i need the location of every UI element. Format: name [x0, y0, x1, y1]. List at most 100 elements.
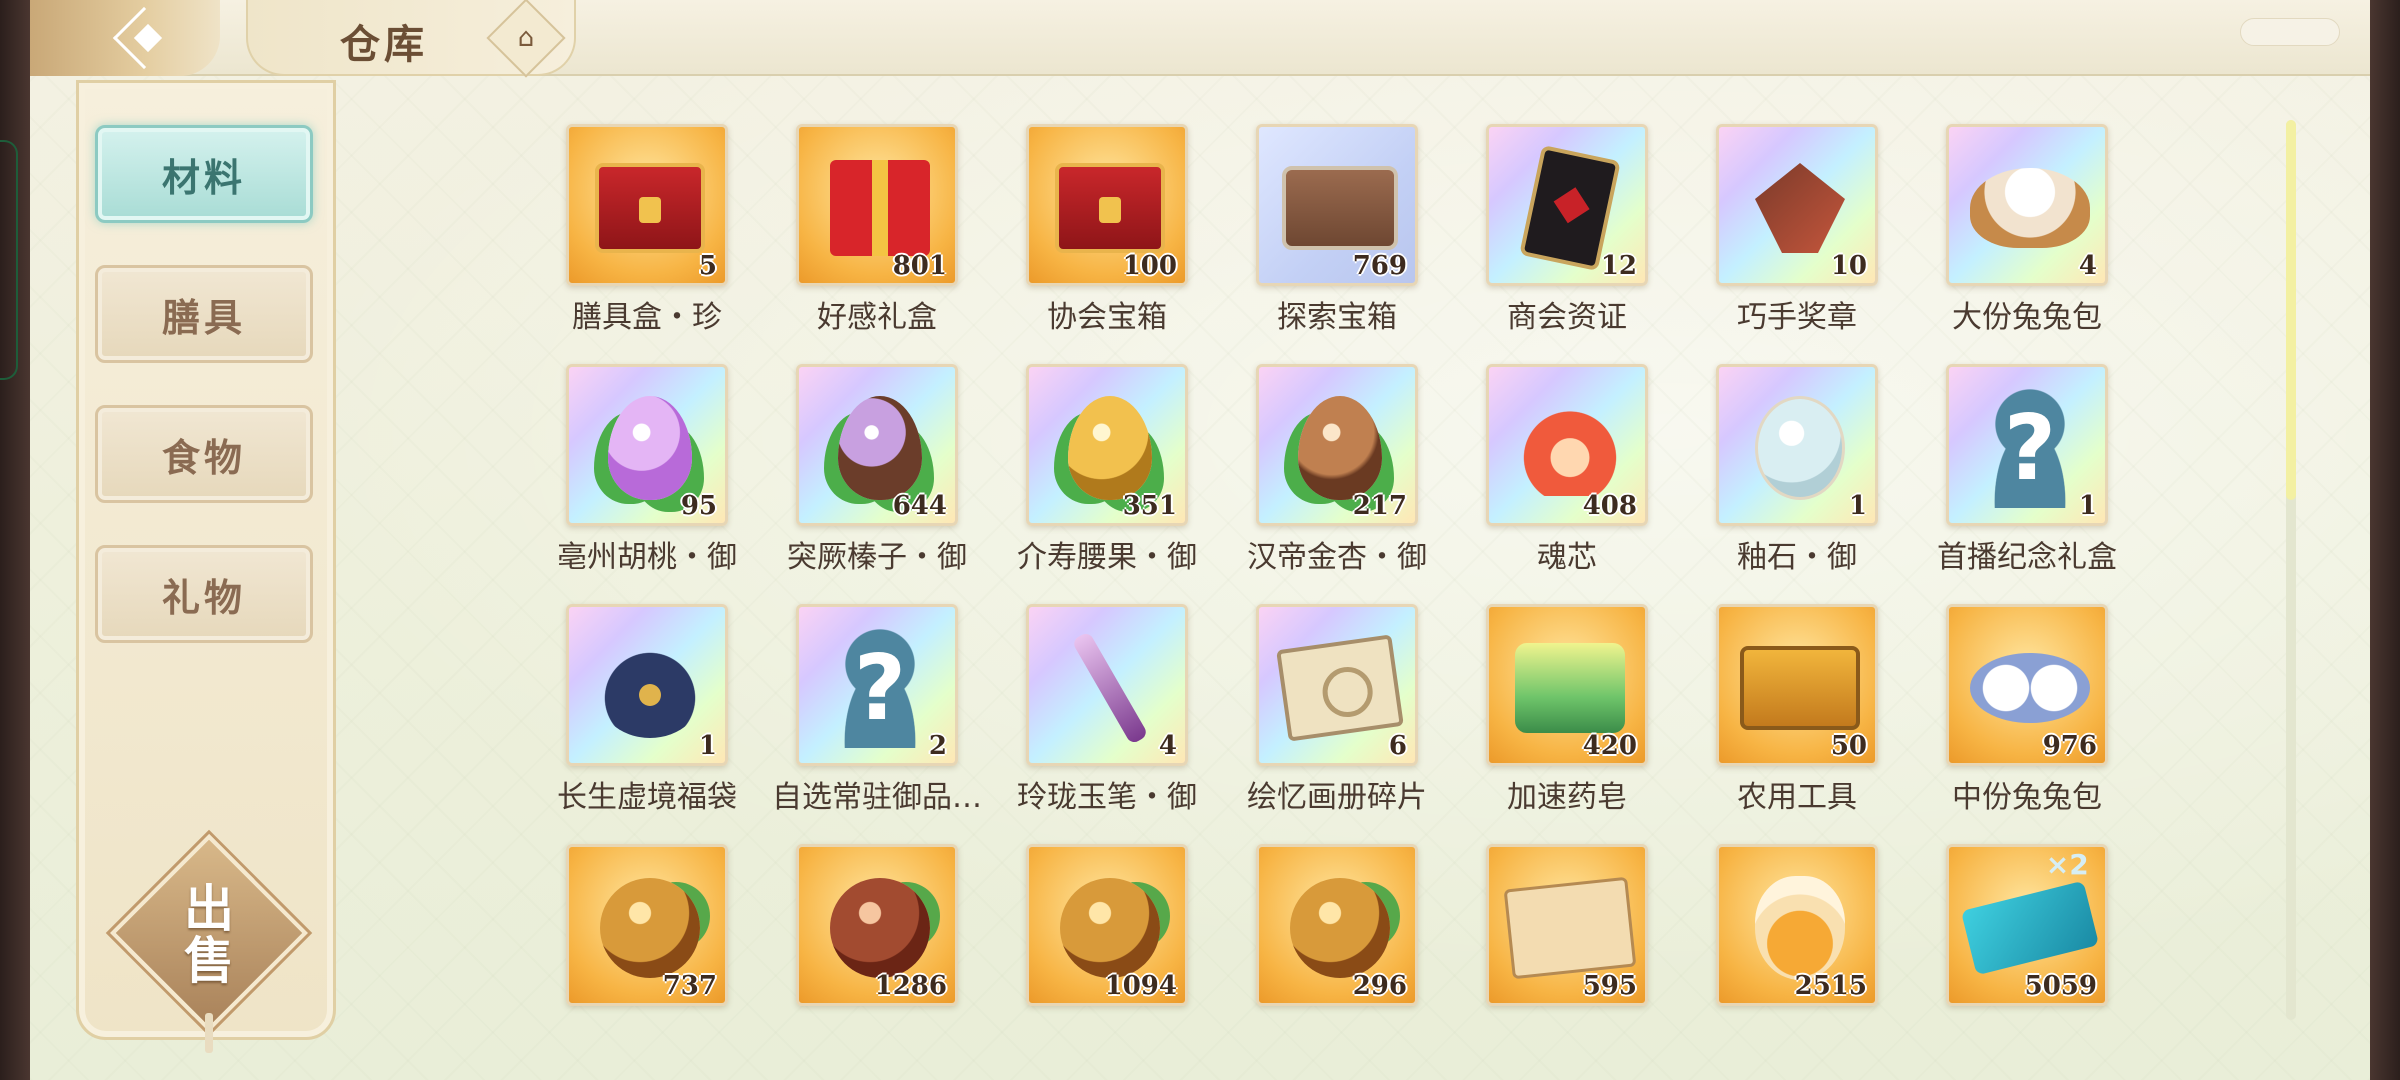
item-icon-frame: 4: [1026, 604, 1188, 766]
wooden-chest-icon: [1282, 166, 1398, 250]
item-name: 绘忆画册碎片: [1247, 780, 1427, 815]
item-icon-frame: 351: [1026, 364, 1188, 526]
item-cell[interactable]: 2515: [1670, 840, 1900, 1020]
left-frame: [0, 0, 30, 1080]
item-quantity: 100: [1122, 251, 1177, 281]
treasure-chest-icon: [1055, 163, 1165, 253]
item-icon-frame: 217: [1256, 364, 1418, 526]
item-cell[interactable]: 1286: [750, 840, 980, 1020]
hazelnut-icon: [838, 396, 922, 500]
scrollbar-thumb[interactable]: [2286, 120, 2296, 500]
item-cell[interactable]: 12 商会资证: [1440, 120, 1670, 350]
item-quantity: 1: [1848, 491, 1867, 521]
item-cell[interactable]: 737: [520, 840, 750, 1020]
item-cell[interactable]: 801 好感礼盒: [750, 120, 980, 350]
tab-gifts[interactable]: 礼物: [95, 545, 313, 643]
item-name: 首播纪念礼盒: [1937, 540, 2117, 575]
item-cell[interactable]: 976 中份兔兔包: [1900, 600, 2130, 830]
item-cell[interactable]: 5 膳具盒・珍: [520, 120, 750, 350]
item-quantity: 769: [1352, 251, 1407, 281]
tab-food[interactable]: 食物: [95, 405, 313, 503]
item-quantity: 2515: [1794, 971, 1867, 1001]
item-quantity: 1: [698, 731, 717, 761]
item-quantity: 976: [2042, 731, 2097, 761]
sell-button[interactable]: 出售: [109, 834, 309, 1053]
item-icon-frame: 12: [1486, 124, 1648, 286]
item-quantity: 5: [698, 251, 717, 281]
item-name: 魂芯: [1537, 540, 1597, 575]
item-cell[interactable]: 4 大份兔兔包: [1900, 120, 2130, 350]
item-quantity: 1286: [874, 971, 947, 1001]
item-quantity: 595: [1582, 971, 1637, 1001]
item-quantity: 2: [928, 731, 947, 761]
item-cell[interactable]: 95 亳州胡桃・御: [520, 360, 750, 590]
item-name: 自选常驻御品…: [772, 780, 982, 815]
item-icon-frame: 5059: [1946, 844, 2108, 1006]
item-quantity: 420: [1582, 731, 1637, 761]
item-cell[interactable]: 408 魂芯: [1440, 360, 1670, 590]
pavilion-icon: ⌂: [517, 23, 535, 53]
item-cell[interactable]: ? 1 首播纪念礼盒: [1900, 360, 2130, 590]
ticket-icon: [1960, 880, 2100, 976]
item-cell[interactable]: 420 加速药皂: [1440, 600, 1670, 830]
item-cell[interactable]: 769 探索宝箱: [1210, 120, 1440, 350]
item-icon-frame: 4: [1946, 124, 2108, 286]
item-icon-frame: 95: [566, 364, 728, 526]
item-cell[interactable]: 100 协会宝箱: [980, 120, 1210, 350]
item-icon-frame: ? 2: [796, 604, 958, 766]
item-name: 探索宝箱: [1277, 300, 1397, 335]
hazelnut-gold-icon: [830, 878, 930, 978]
item-cell[interactable]: 644 突厥榛子・御: [750, 360, 980, 590]
item-icon-frame: ? 1: [1946, 364, 2108, 526]
top-bar: 仓库 ⌂: [30, 0, 2370, 78]
item-quantity: 644: [892, 491, 947, 521]
back-button[interactable]: [30, 0, 220, 76]
item-cell[interactable]: 595: [1440, 840, 1670, 1020]
item-name: 长生虚境福袋: [557, 780, 737, 815]
item-quantity: 408: [1582, 491, 1637, 521]
red-chest-icon: [595, 163, 705, 253]
item-cell[interactable]: 10 巧手奖章: [1670, 120, 1900, 350]
item-cell[interactable]: 4 玲珑玉笔・御: [980, 600, 1210, 830]
tassel-icon: [205, 1013, 213, 1053]
item-icon-frame: 50: [1716, 604, 1878, 766]
rabbit-bun-icon: [1970, 653, 2090, 723]
flame-core-icon: [1520, 400, 1620, 496]
recipe-scroll-icon: [1503, 876, 1637, 980]
item-quantity: 12: [1600, 251, 1637, 281]
lucky-bag-icon: [595, 638, 705, 738]
item-cell[interactable]: 217 汉帝金杏・御: [1210, 360, 1440, 590]
item-quantity: 4: [1158, 731, 1177, 761]
item-quantity: 95: [680, 491, 717, 521]
item-quantity: 5059: [2024, 971, 2097, 1001]
item-name: 膳具盒・珍: [572, 300, 722, 335]
item-name: 农用工具: [1737, 780, 1857, 815]
item-cell[interactable]: ? 2 自选常驻御品…: [750, 600, 982, 830]
item-cell[interactable]: 6 绘忆画册碎片: [1210, 600, 1440, 830]
title-plate: 仓库 ⌂: [246, 0, 576, 78]
medal-icon: [1755, 163, 1845, 253]
item-name: 巧手奖章: [1737, 300, 1857, 335]
item-cell[interactable]: 5059: [1900, 840, 2130, 1020]
item-quantity: 1: [2078, 491, 2097, 521]
tab-tableware[interactable]: 膳具: [95, 265, 313, 363]
side-notch: [0, 140, 18, 380]
item-cell[interactable]: 1094: [980, 840, 1210, 1020]
item-name: 玲珑玉笔・御: [1017, 780, 1197, 815]
item-cell[interactable]: 1 长生虚境福袋: [520, 600, 750, 830]
item-name: 商会资证: [1507, 300, 1627, 335]
item-cell[interactable]: 296: [1210, 840, 1440, 1020]
question-mark-icon: ?: [825, 628, 935, 748]
scrollbar[interactable]: [2286, 120, 2296, 1020]
item-grid: 5 膳具盒・珍 801 好感礼盒 100 协会宝箱 769 探索宝箱 12 商会资证 10 巧手奖章 4…: [520, 120, 2140, 1020]
cashew-gold-icon: [1060, 878, 1160, 978]
item-icon-frame: 296: [1256, 844, 1418, 1006]
item-cell[interactable]: 351 介寿腰果・御: [980, 360, 1210, 590]
item-name: 釉石・御: [1737, 540, 1857, 575]
item-cell[interactable]: 50 农用工具: [1670, 600, 1900, 830]
item-cell[interactable]: 1 釉石・御: [1670, 360, 1900, 590]
item-quantity: 50: [1830, 731, 1867, 761]
tab-materials[interactable]: 材料: [95, 125, 313, 223]
item-icon-frame: 1: [1716, 364, 1878, 526]
item-icon-frame: 100: [1026, 124, 1188, 286]
